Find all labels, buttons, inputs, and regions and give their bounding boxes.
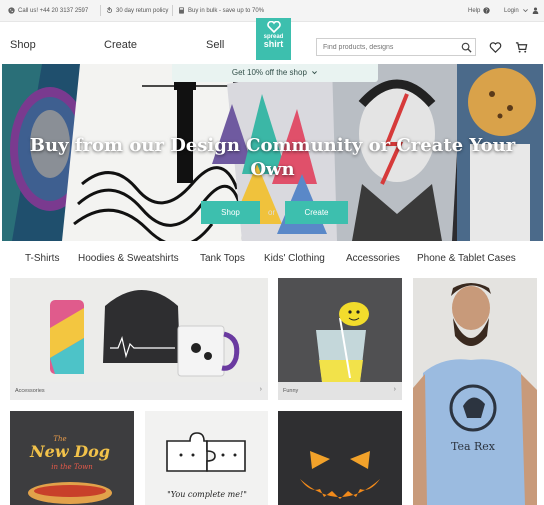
return-policy-text: 30 day return policy xyxy=(116,7,169,14)
funny-tile[interactable]: Funny › xyxy=(278,278,402,400)
category-t-shirts[interactable]: T-Shirts xyxy=(25,253,59,264)
puzzle-tile[interactable]: "You complete me!" xyxy=(145,411,268,505)
accessories-label: Accessories xyxy=(15,388,45,394)
user-icon xyxy=(532,7,538,14)
tile-footer: Accessories › xyxy=(10,382,268,400)
chevron-right-icon: › xyxy=(393,386,396,393)
category-nav: T-Shirts Hoodies & Sweatshirts Tank Tops… xyxy=(0,250,544,268)
category-phone-cases[interactable]: Phone & Tablet Cases xyxy=(417,253,516,264)
chevron-down-icon xyxy=(522,9,528,13)
promo-text: Get 10% off the shop xyxy=(231,68,307,77)
new-dog-tile[interactable]: The New Dog in the Town xyxy=(10,411,134,505)
logo-text-shirt: shirt xyxy=(263,39,284,49)
return-policy-link[interactable]: 30 day return policy xyxy=(106,7,168,14)
return-arrow-icon xyxy=(106,7,113,14)
discount-promo-bar[interactable]: Get 10% off the shop xyxy=(172,64,378,82)
category-kids-clothing[interactable]: Kids' Clothing xyxy=(264,253,325,264)
pumpkin-tile[interactable] xyxy=(278,411,402,505)
hero-banner: Get 10% off the shop Buy from our Design… xyxy=(2,64,543,241)
pumpkin-art xyxy=(300,451,380,499)
shop-button[interactable]: Shop xyxy=(201,201,260,224)
nav-shop[interactable]: Shop xyxy=(10,39,36,51)
category-accessories[interactable]: Accessories xyxy=(346,253,400,264)
svg-text:?: ? xyxy=(486,8,489,14)
or-separator: or xyxy=(268,208,276,217)
phone-text: Call us! +44 20 3137 2597 xyxy=(18,7,89,14)
help-text: Help xyxy=(468,7,481,14)
nav-create[interactable]: Create xyxy=(104,39,137,51)
logo-heart-icon xyxy=(266,21,281,33)
create-button[interactable]: Create xyxy=(285,201,348,224)
tea-rex-text: Tea Rex xyxy=(451,440,496,453)
heart-icon[interactable] xyxy=(489,41,502,54)
phone-icon xyxy=(8,7,15,14)
phone-contact[interactable]: Call us! +44 20 3137 2597 xyxy=(8,7,88,14)
new-dog-line3: in the Town xyxy=(51,463,93,471)
bulk-discount-link[interactable]: Buy in bulk - save up to 70% xyxy=(178,7,264,14)
help-link[interactable]: Help ? xyxy=(468,7,490,14)
new-dog-line2: New Dog xyxy=(29,442,110,461)
divider xyxy=(172,5,173,16)
login-text: Login xyxy=(504,7,519,14)
search-icon[interactable] xyxy=(461,42,472,53)
calculator-icon xyxy=(179,7,184,14)
funny-label: Funny xyxy=(283,388,299,394)
chevron-down-icon xyxy=(312,71,318,75)
accessories-tile[interactable]: Accessories › xyxy=(10,278,268,400)
login-menu[interactable]: Login xyxy=(504,7,539,14)
category-hoodies[interactable]: Hoodies & Sweatshirts xyxy=(78,253,179,264)
tshirt-model-tile[interactable]: Tea Rex xyxy=(413,278,537,505)
puzzle-art: "You complete me!" xyxy=(166,432,247,499)
tile-footer: Funny › xyxy=(278,382,402,400)
new-dog-art: The New Dog in the Town xyxy=(28,435,112,504)
spreadshirt-logo[interactable]: spread shirt xyxy=(256,18,291,60)
puzzle-caption: "You complete me!" xyxy=(167,490,247,499)
chevron-right-icon: › xyxy=(259,386,262,393)
help-circle-icon: ? xyxy=(483,7,490,14)
hero-headline: Buy from our Design Community or Create … xyxy=(29,135,516,180)
bulk-discount-text: Buy in bulk - save up to 70% xyxy=(188,7,265,14)
category-tank-tops[interactable]: Tank Tops xyxy=(200,253,245,264)
search-input[interactable] xyxy=(323,41,453,54)
divider xyxy=(100,5,101,16)
search-box xyxy=(316,38,476,56)
cart-icon[interactable] xyxy=(515,41,528,54)
tshirt-model-photo: Tea Rex xyxy=(413,278,537,505)
nav-sell[interactable]: Sell xyxy=(206,39,224,51)
